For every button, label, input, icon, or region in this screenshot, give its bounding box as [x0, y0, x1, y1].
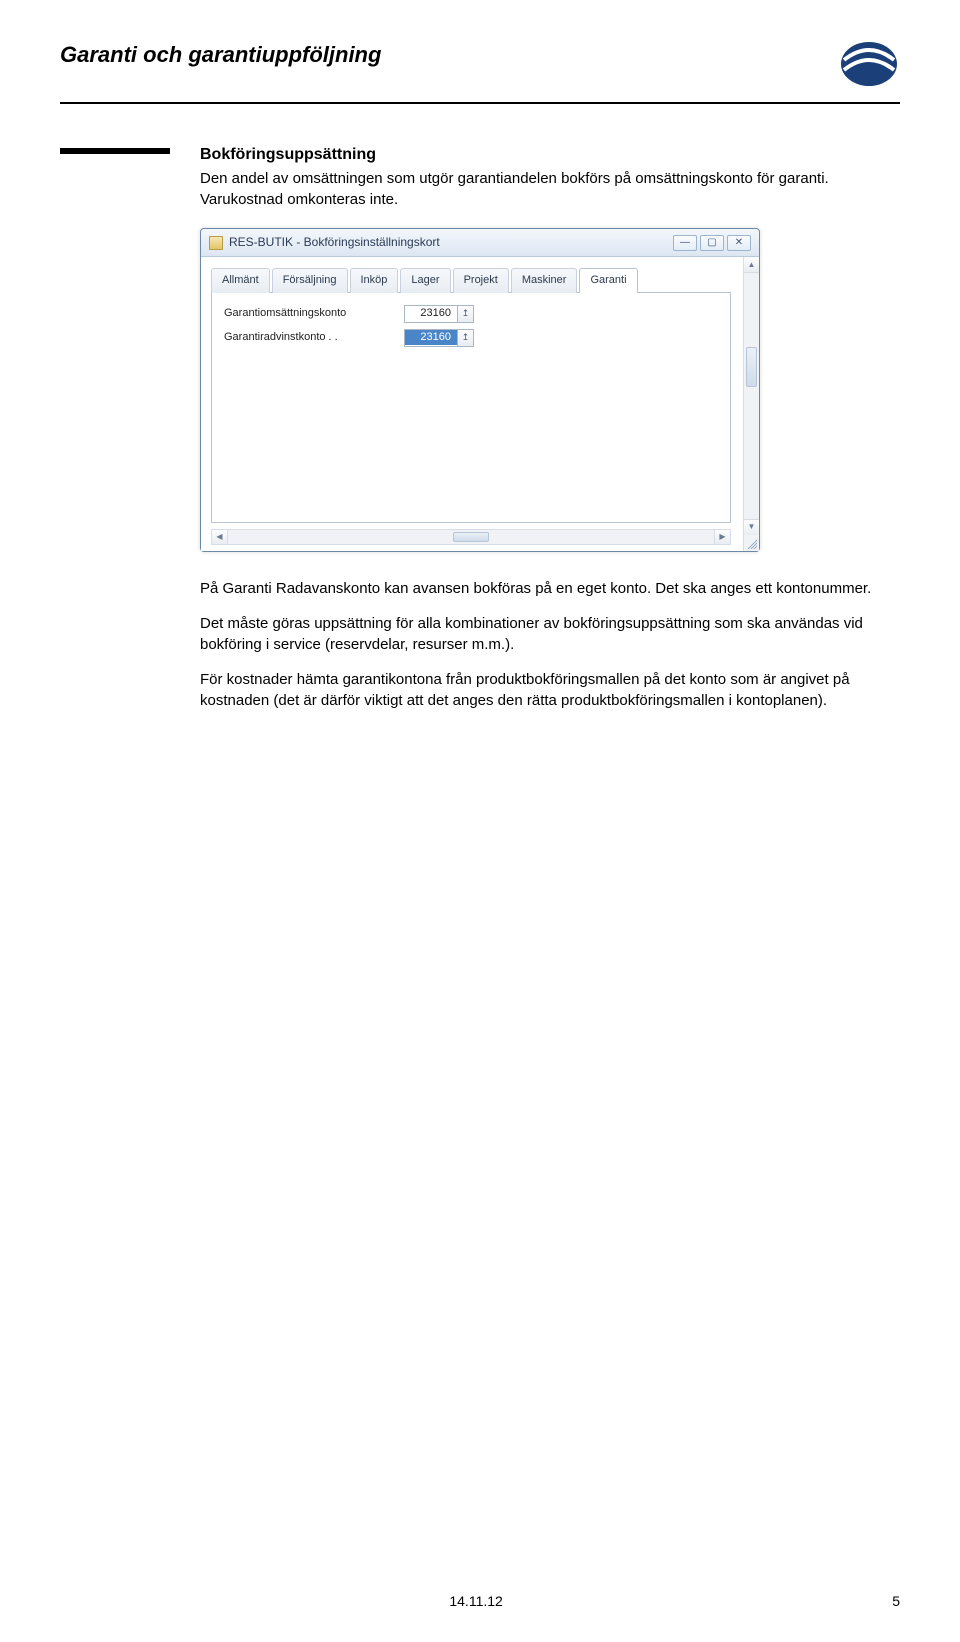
close-button[interactable]: ✕ — [727, 235, 751, 251]
page-title: Garanti och garantiuppföljning — [60, 40, 381, 71]
minimize-button[interactable]: — — [673, 235, 697, 251]
tab-strip: Allmänt Försäljning Inköp Lager Projekt … — [211, 267, 731, 292]
form-row: Garantiradvinstkonto . . 23160 ↥ — [224, 329, 718, 347]
paragraph: Det måste göras uppsättning för alla kom… — [200, 613, 880, 655]
account-field[interactable]: 23160 ↥ — [404, 305, 474, 323]
tab-allmant[interactable]: Allmänt — [211, 268, 270, 292]
field-label: Garantiomsättningskonto — [224, 306, 394, 321]
brand-logo — [838, 40, 900, 94]
label-text: Garantiradvinstkonto . . — [224, 331, 338, 343]
scroll-down-arrow-icon[interactable]: ▼ — [744, 519, 759, 535]
accent-bar — [60, 148, 170, 154]
scroll-thumb[interactable] — [746, 347, 757, 387]
lookup-icon[interactable]: ↥ — [457, 330, 473, 346]
scroll-left-arrow-icon[interactable]: ◀ — [212, 530, 228, 544]
page-header: Garanti och garantiuppföljning — [60, 40, 900, 104]
window-body: ▲ ▼ Allmänt Försäljning Inköp Lager Proj… — [201, 257, 759, 550]
footer-date: 14.11.12 — [449, 1592, 502, 1612]
scroll-right-arrow-icon[interactable]: ▶ — [714, 530, 730, 544]
embedded-screenshot: RES-BUTIK - Bokföringsinställningskort —… — [200, 228, 900, 551]
app-window: RES-BUTIK - Bokföringsinställningskort —… — [200, 228, 760, 551]
window-title: RES-BUTIK - Bokföringsinställningskort — [229, 234, 440, 251]
account-field[interactable]: 23160 ↥ — [404, 329, 474, 347]
tab-forsaljning[interactable]: Försäljning — [272, 268, 348, 292]
maximize-button[interactable]: ▢ — [700, 235, 724, 251]
scroll-thumb[interactable] — [453, 532, 489, 542]
form-row: Garantiomsättningskonto 23160 ↥ — [224, 305, 718, 323]
tab-garanti[interactable]: Garanti — [579, 268, 637, 292]
paragraph: På Garanti Radavanskonto kan avansen bok… — [200, 578, 880, 599]
body-text: Den andel av omsättningen som utgör gara… — [200, 168, 880, 210]
tab-lager[interactable]: Lager — [400, 268, 450, 292]
tab-panel-garanti: Garantiomsättningskonto 23160 ↥ Garantir… — [211, 293, 731, 523]
tab-projekt[interactable]: Projekt — [453, 268, 509, 292]
page-footer: 14.11.12 5 — [60, 1592, 900, 1612]
field-value: 23160 — [405, 330, 457, 345]
tab-maskiner[interactable]: Maskiner — [511, 268, 578, 292]
scroll-up-arrow-icon[interactable]: ▲ — [744, 257, 759, 273]
tab-inkop[interactable]: Inköp — [350, 268, 399, 292]
window-icon — [209, 236, 223, 250]
body-text: På Garanti Radavanskonto kan avansen bok… — [200, 578, 880, 711]
vertical-scrollbar[interactable]: ▲ ▼ — [743, 257, 759, 550]
resize-grip-icon[interactable] — [745, 537, 757, 549]
field-value: 23160 — [405, 306, 457, 321]
section: Bokföringsuppsättning Den andel av omsät… — [60, 144, 900, 711]
field-label: Garantiradvinstkonto . . — [224, 330, 394, 345]
horizontal-scrollbar[interactable]: ◀ ▶ — [211, 529, 731, 545]
paragraph: För kostnader hämta garantikontona från … — [200, 669, 880, 711]
paragraph: Den andel av omsättningen som utgör gara… — [200, 168, 880, 210]
window-titlebar[interactable]: RES-BUTIK - Bokföringsinställningskort —… — [201, 229, 759, 257]
lookup-icon[interactable]: ↥ — [457, 306, 473, 322]
window-controls: — ▢ ✕ — [673, 235, 751, 251]
section-heading: Bokföringsuppsättning — [200, 144, 880, 166]
page-number: 5 — [892, 1592, 900, 1612]
